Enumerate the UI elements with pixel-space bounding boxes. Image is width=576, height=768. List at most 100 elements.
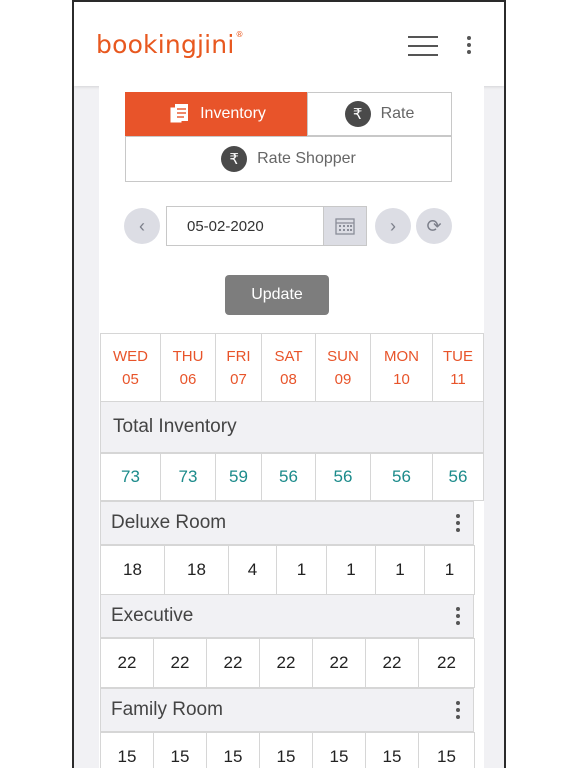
refresh-button[interactable]: ⟳ — [416, 208, 452, 244]
total-inventory-cell[interactable]: 56 — [261, 453, 316, 501]
day-of-week: SUN — [327, 347, 359, 365]
rupee-icon: ₹ — [344, 101, 371, 127]
total-inventory-value: 59 — [229, 467, 248, 486]
room-inventory-cell[interactable]: 18 — [164, 545, 229, 595]
rupee-icon: ₹ — [221, 146, 248, 172]
room-inventory-cell[interactable]: 15 — [365, 732, 419, 768]
tab-inventory[interactable]: Inventory — [125, 92, 307, 136]
day-number: 07 — [230, 370, 247, 388]
room-inventory-value: 22 — [276, 653, 296, 672]
room-inventory-cell[interactable]: 15 — [312, 732, 366, 768]
room-inventory-cell[interactable]: 15 — [259, 732, 313, 768]
main-content: Inventory ₹ Rate ₹ Rate Shopper ‹ 05-02-… — [99, 86, 484, 768]
phone-frame: bookingjini® Inventory ₹ Rate ₹ Rate Sho… — [72, 0, 506, 768]
day-number: 10 — [393, 370, 410, 388]
room-inventory-cell[interactable]: 15 — [100, 732, 154, 768]
total-inventory-cell[interactable]: 73 — [160, 453, 216, 501]
room-options-icon[interactable] — [455, 514, 461, 535]
room-inventory-value: 22 — [329, 653, 349, 672]
day-header-cell[interactable]: WED 05 — [100, 333, 161, 402]
total-inventory-cell[interactable]: 59 — [215, 453, 262, 501]
room-inventory-cell[interactable]: 22 — [365, 638, 419, 688]
room-inventory-value: 15 — [437, 747, 456, 766]
tab-rate-shopper-label: Rate Shopper — [257, 150, 356, 167]
room-inventory-cell[interactable]: 1 — [375, 545, 425, 595]
room-header: Deluxe Room — [100, 501, 474, 545]
room-inventory-value: 1 — [444, 560, 455, 579]
day-header-cell[interactable]: MON 10 — [370, 333, 433, 402]
room-inventory-value: 15 — [223, 747, 243, 766]
room-inventory-cell[interactable]: 1 — [424, 545, 475, 595]
room-inventory-cell[interactable]: 1 — [326, 545, 376, 595]
room-inventory-cell[interactable]: 4 — [228, 545, 277, 595]
logo-text-part2: jini — [197, 30, 235, 59]
total-inventory-cell[interactable]: 73 — [100, 453, 161, 501]
room-inventory-value: 15 — [329, 747, 349, 766]
total-inventory-cell[interactable]: 56 — [432, 453, 484, 501]
room-inventory-value: 15 — [117, 747, 137, 766]
date-input[interactable]: 05-02-2020 — [166, 206, 324, 246]
day-header-cell[interactable]: SAT 08 — [261, 333, 316, 402]
room-options-icon[interactable] — [455, 701, 461, 722]
room-options-icon[interactable] — [455, 607, 461, 628]
room-inventory-cell[interactable]: 22 — [100, 638, 154, 688]
total-inventory-value: 73 — [178, 467, 198, 486]
day-number: 05 — [122, 370, 139, 388]
total-inventory-header: Total Inventory — [100, 401, 484, 453]
day-of-week: MON — [384, 347, 419, 365]
room-inventory-value: 22 — [437, 653, 456, 672]
day-header-cell[interactable]: THU 06 — [160, 333, 216, 402]
date-value: 05-02-2020 — [187, 217, 264, 235]
room-inventory-cell[interactable]: 22 — [418, 638, 475, 688]
prev-date-button[interactable]: ‹ — [124, 208, 160, 244]
total-inventory-cell[interactable]: 56 — [315, 453, 371, 501]
hamburger-menu-icon[interactable] — [408, 36, 438, 56]
room-inventory-value: 15 — [276, 747, 296, 766]
room-inventory-value: 22 — [170, 653, 190, 672]
tab-rate-label: Rate — [380, 105, 415, 122]
total-inventory-cell[interactable]: 56 — [370, 453, 433, 501]
room-name: Deluxe Room — [111, 512, 227, 533]
day-of-week: WED — [113, 347, 148, 365]
tab-rate-shopper[interactable]: ₹ Rate Shopper — [125, 136, 452, 182]
day-of-week: TUE — [443, 347, 473, 365]
logo-reg-mark: ® — [235, 30, 244, 39]
calendar-button[interactable] — [323, 206, 367, 246]
total-inventory-value: 56 — [333, 467, 353, 486]
room-inventory-value: 15 — [382, 747, 402, 766]
day-number: 09 — [334, 370, 352, 388]
total-inventory-value: 73 — [121, 467, 140, 486]
room-name: Executive — [111, 605, 194, 626]
room-inventory-cell[interactable]: 22 — [312, 638, 366, 688]
room-inventory-value: 1 — [296, 560, 307, 579]
app-header: bookingjini® — [74, 2, 504, 86]
day-number: 08 — [280, 370, 297, 388]
bookingjini-logo[interactable]: bookingjini® — [96, 30, 244, 59]
room-inventory-cell[interactable]: 15 — [418, 732, 475, 768]
day-of-week: SAT — [274, 347, 303, 365]
room-inventory-cell[interactable]: 22 — [153, 638, 207, 688]
room-name: Family Room — [111, 699, 223, 720]
room-inventory-value: 22 — [117, 653, 137, 672]
room-inventory-value: 18 — [123, 560, 142, 579]
more-options-icon[interactable] — [466, 36, 472, 58]
room-inventory-value: 22 — [223, 653, 243, 672]
next-date-button[interactable]: › — [375, 208, 411, 244]
room-inventory-cell[interactable]: 15 — [206, 732, 260, 768]
total-inventory-value: 56 — [392, 467, 411, 486]
inventory-icon — [169, 104, 189, 124]
total-inventory-value: 56 — [279, 467, 298, 486]
room-inventory-cell[interactable]: 15 — [153, 732, 207, 768]
tab-rate[interactable]: ₹ Rate — [307, 92, 452, 136]
room-inventory-cell[interactable]: 22 — [259, 638, 313, 688]
room-inventory-cell[interactable]: 1 — [276, 545, 327, 595]
room-inventory-value: 1 — [395, 560, 405, 579]
update-button[interactable]: Update — [225, 275, 329, 315]
tab-inventory-label: Inventory — [200, 105, 266, 122]
room-inventory-cell[interactable]: 22 — [206, 638, 260, 688]
day-header-cell[interactable]: SUN 09 — [315, 333, 371, 402]
day-header-cell[interactable]: TUE 11 — [432, 333, 484, 402]
logo-text-part1: bookin — [96, 30, 181, 59]
day-header-cell[interactable]: FRI 07 — [215, 333, 262, 402]
room-inventory-cell[interactable]: 18 — [100, 545, 165, 595]
